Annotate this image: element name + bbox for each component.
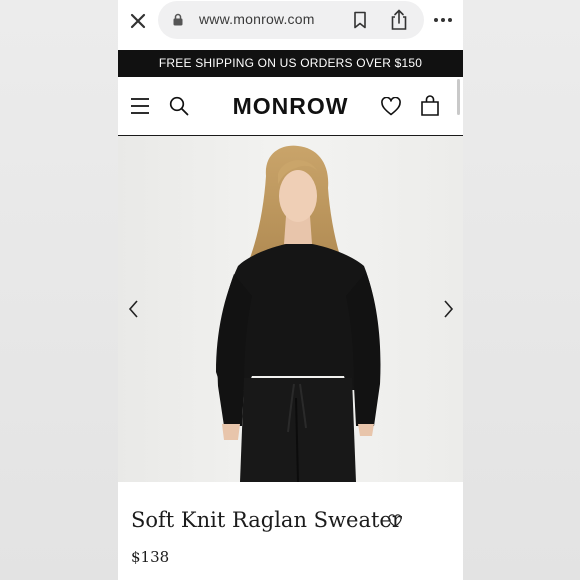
browser-toolbar: www.monrow.com bbox=[118, 0, 463, 50]
model-photo bbox=[118, 136, 463, 482]
bookmark-icon[interactable] bbox=[353, 11, 367, 29]
address-bar[interactable]: www.monrow.com bbox=[158, 1, 424, 39]
product-title: Soft Knit Raglan Sweater bbox=[131, 508, 402, 532]
scrollbar[interactable] bbox=[457, 79, 460, 115]
brand-logo[interactable]: MONROW bbox=[118, 93, 463, 120]
chevron-left-icon[interactable] bbox=[126, 298, 140, 320]
close-icon[interactable] bbox=[127, 10, 149, 32]
product-image[interactable] bbox=[118, 136, 463, 482]
wishlist-heart-icon[interactable] bbox=[388, 514, 402, 528]
promo-banner: FREE SHIPPING ON US ORDERS OVER $150 bbox=[118, 50, 463, 77]
chevron-right-icon[interactable] bbox=[442, 298, 456, 320]
heart-icon[interactable] bbox=[381, 97, 401, 116]
phone-screen: www.monrow.com FREE SHIPPING ON US ORDER… bbox=[118, 0, 463, 580]
lock-icon bbox=[173, 13, 183, 26]
product-price: $138 bbox=[131, 548, 170, 566]
backdrop-right bbox=[463, 0, 580, 580]
share-icon[interactable] bbox=[390, 9, 408, 31]
site-header: MONROW bbox=[118, 77, 463, 136]
bag-icon[interactable] bbox=[420, 95, 440, 116]
backdrop-left bbox=[0, 0, 118, 580]
more-icon[interactable] bbox=[431, 10, 455, 30]
url-text: www.monrow.com bbox=[199, 11, 315, 27]
